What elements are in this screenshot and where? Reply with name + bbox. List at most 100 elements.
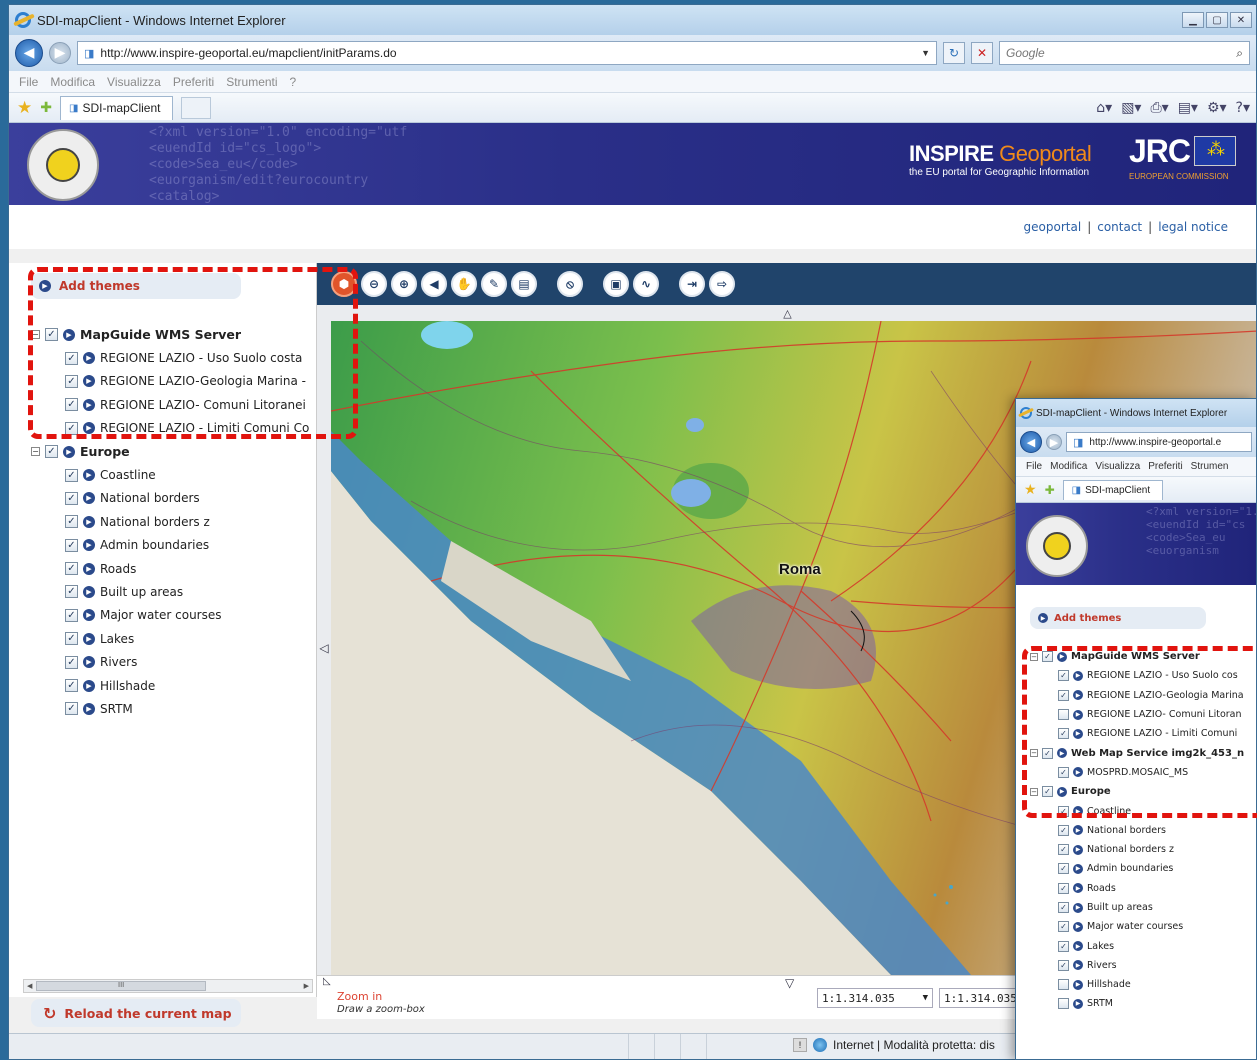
layer-checkbox[interactable]: ✓ bbox=[1058, 882, 1069, 894]
layer-info-icon[interactable]: ▶ bbox=[83, 375, 95, 388]
scrollbar-thumb[interactable]: III bbox=[36, 981, 207, 991]
layer-checkbox[interactable]: ✓ bbox=[1042, 786, 1053, 798]
layer-info-icon[interactable]: ▶ bbox=[1073, 844, 1083, 855]
favorites-star-icon[interactable]: ★ bbox=[17, 98, 32, 118]
minimize-icon[interactable]: ▁ bbox=[1182, 12, 1204, 28]
layer-info-icon[interactable]: ▶ bbox=[1057, 748, 1067, 759]
scroll-left-icon[interactable]: ◀ bbox=[27, 982, 32, 990]
layer-info-icon[interactable]: ▶ bbox=[1057, 651, 1067, 662]
address-bar[interactable]: ◨ http://www.inspire-geoportal.eu/mapcli… bbox=[77, 41, 937, 65]
layer-info-icon[interactable]: ▶ bbox=[83, 702, 95, 715]
horizontal-scrollbar[interactable]: ◀ III ▶ bbox=[23, 979, 313, 993]
new-tab-button[interactable] bbox=[181, 96, 212, 119]
layer-checkbox[interactable]: ✓ bbox=[65, 421, 78, 435]
layer-checkbox[interactable]: ✓ bbox=[1042, 651, 1053, 663]
menu-item[interactable]: Strumenti bbox=[226, 75, 277, 89]
pan-west-strip[interactable]: ◁ bbox=[317, 321, 331, 975]
layer-checkbox[interactable]: ✓ bbox=[1058, 689, 1069, 701]
layer-info-icon[interactable]: ▶ bbox=[1073, 670, 1083, 681]
layer-checkbox[interactable]: ✓ bbox=[65, 585, 78, 599]
collapse-icon[interactable]: − bbox=[31, 447, 40, 457]
menu-item[interactable]: Modifica bbox=[1050, 461, 1087, 472]
layer-info-icon[interactable]: ▶ bbox=[63, 328, 75, 341]
zoom-in-tool-icon[interactable]: ⊕ bbox=[391, 271, 417, 297]
menu-item[interactable]: Preferiti bbox=[1148, 461, 1182, 472]
layer-checkbox[interactable]: ✓ bbox=[45, 328, 58, 342]
layer-checkbox[interactable]: ✓ bbox=[45, 445, 58, 459]
layer-info-icon[interactable]: ▶ bbox=[1073, 709, 1083, 720]
layer-info-icon[interactable]: ▶ bbox=[83, 422, 95, 435]
layer-checkbox[interactable]: ✓ bbox=[65, 632, 78, 646]
layer-checkbox[interactable]: ✓ bbox=[65, 562, 78, 576]
layers-tool-icon[interactable]: ▤ bbox=[511, 271, 537, 297]
layer-info-icon[interactable]: ▶ bbox=[83, 632, 95, 645]
layer-info-icon[interactable]: ▶ bbox=[83, 398, 95, 411]
layer-checkbox[interactable]: ✓ bbox=[1042, 747, 1053, 759]
chevron-down-icon[interactable]: ▼ bbox=[923, 993, 928, 1003]
add-favorite-icon[interactable]: ✚ bbox=[1045, 483, 1055, 497]
forward-button[interactable]: ▶ bbox=[1046, 434, 1062, 450]
back-button[interactable]: ◀ bbox=[1020, 431, 1042, 453]
layer-info-icon[interactable]: ▶ bbox=[1073, 883, 1083, 894]
layer-info-icon[interactable]: ▶ bbox=[83, 492, 95, 505]
layer-info-icon[interactable]: ▶ bbox=[83, 656, 95, 669]
maximize-icon[interactable]: ▢ bbox=[1206, 12, 1228, 28]
search-icon[interactable]: ⌕ bbox=[1236, 46, 1243, 61]
layer-checkbox[interactable]: ✓ bbox=[65, 491, 78, 505]
pan-tool-icon[interactable]: ✋ bbox=[451, 271, 477, 297]
measure-tool-icon[interactable]: ✎ bbox=[481, 271, 507, 297]
layer-info-icon[interactable]: ▶ bbox=[1057, 786, 1067, 797]
menu-item[interactable]: Modifica bbox=[50, 75, 95, 89]
layer-info-icon[interactable]: ▶ bbox=[1073, 806, 1083, 817]
print-icon[interactable]: ⎙▾ bbox=[1150, 100, 1168, 116]
layer-info-icon[interactable]: ▶ bbox=[83, 585, 95, 598]
layer-checkbox[interactable]: ✓ bbox=[1058, 844, 1069, 856]
layer-checkbox[interactable] bbox=[1058, 709, 1069, 721]
layer-checkbox[interactable]: ✓ bbox=[65, 398, 78, 412]
layer-info-icon[interactable]: ▶ bbox=[1073, 979, 1083, 990]
layer-checkbox[interactable]: ✓ bbox=[65, 679, 78, 693]
header-link[interactable]: legal notice bbox=[1158, 220, 1228, 234]
layer-checkbox[interactable]: ✓ bbox=[65, 468, 78, 482]
pan-southwest-icon[interactable]: ◺ bbox=[323, 976, 331, 987]
add-themes-button[interactable]: ▶ Add themes bbox=[1030, 607, 1206, 629]
layer-info-icon[interactable]: ▶ bbox=[1073, 825, 1083, 836]
collapse-icon[interactable]: − bbox=[1030, 749, 1038, 758]
chart-tool-icon[interactable]: ∿ bbox=[633, 271, 659, 297]
feeds-icon[interactable]: ▧▾ bbox=[1121, 100, 1141, 116]
page-menu-icon[interactable]: ▤▾ bbox=[1178, 100, 1198, 116]
header-link[interactable]: contact bbox=[1097, 220, 1142, 234]
layer-checkbox[interactable]: ✓ bbox=[65, 702, 78, 716]
menu-item[interactable]: Visualizza bbox=[107, 75, 161, 89]
collapse-icon[interactable]: − bbox=[31, 330, 40, 340]
help-icon[interactable]: ?▾ bbox=[1236, 100, 1250, 116]
layer-checkbox[interactable]: ✓ bbox=[65, 655, 78, 669]
layer-checkbox[interactable]: ✓ bbox=[1058, 805, 1069, 817]
layer-checkbox[interactable]: ✓ bbox=[1058, 921, 1069, 933]
browser-tab[interactable]: ◨ SDI-mapClient bbox=[1062, 479, 1164, 500]
layer-info-icon[interactable]: ▶ bbox=[83, 469, 95, 482]
chevron-down-icon[interactable]: ▼ bbox=[921, 48, 930, 58]
layer-checkbox[interactable] bbox=[1058, 998, 1069, 1010]
layer-checkbox[interactable]: ✓ bbox=[1058, 863, 1069, 875]
back-tool-icon[interactable]: ◀ bbox=[421, 271, 447, 297]
scroll-right-icon[interactable]: ▶ bbox=[304, 982, 309, 990]
forward-button[interactable]: ▶ bbox=[49, 42, 71, 64]
layer-info-icon[interactable]: ▶ bbox=[63, 445, 75, 458]
layer-info-icon[interactable]: ▶ bbox=[1073, 902, 1083, 913]
layer-info-icon[interactable]: ▶ bbox=[83, 352, 95, 365]
home-icon[interactable]: ⌂▾ bbox=[1096, 100, 1112, 116]
layer-info-icon[interactable]: ▶ bbox=[83, 609, 95, 622]
layer-checkbox[interactable]: ✓ bbox=[1058, 824, 1069, 836]
layer-info-icon[interactable]: ▶ bbox=[1073, 728, 1083, 739]
menu-item[interactable]: File bbox=[1026, 461, 1042, 472]
forward-tool-icon[interactable]: ⇨ bbox=[709, 271, 735, 297]
layer-checkbox[interactable]: ✓ bbox=[1058, 728, 1069, 740]
menu-item[interactable]: ? bbox=[290, 75, 297, 89]
pan-north-strip[interactable]: △ bbox=[317, 305, 1256, 321]
layer-checkbox[interactable]: ✓ bbox=[65, 374, 78, 388]
print-tool-icon[interactable]: ▣ bbox=[603, 271, 629, 297]
collapse-icon[interactable]: − bbox=[1030, 787, 1038, 796]
address-bar[interactable]: ◨ http://www.inspire-geoportal.e bbox=[1066, 432, 1252, 452]
add-themes-button[interactable]: ▶ Add themes bbox=[31, 273, 241, 299]
